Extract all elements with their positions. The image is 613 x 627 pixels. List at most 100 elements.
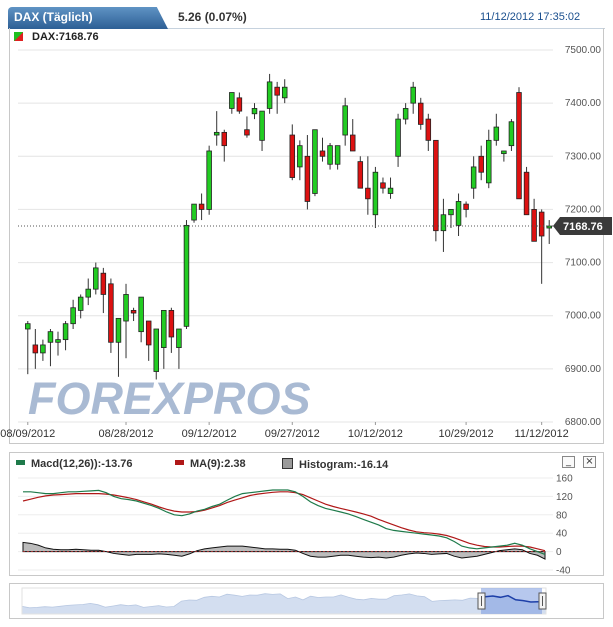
candle-down xyxy=(425,118,432,141)
candle-up xyxy=(93,267,99,290)
candle-down xyxy=(304,155,311,202)
price-x-tick-label: 10/12/2012 xyxy=(348,428,403,440)
candle-up xyxy=(440,214,447,232)
candle-down xyxy=(145,320,152,346)
candle-up xyxy=(493,126,500,141)
candle-down xyxy=(531,209,537,242)
candle-down xyxy=(463,203,469,210)
legend-ma: MA(9):2.38 xyxy=(175,458,246,470)
candle-down xyxy=(357,161,364,189)
candle-up xyxy=(501,150,507,155)
price-y-tick-label: 6900.00 xyxy=(565,364,602,375)
candle-down xyxy=(32,344,39,354)
price-y-axis: 7500.00 7400.00 7300.00 7200.00 7100.00 7000.… xyxy=(565,45,602,428)
price-grid xyxy=(18,49,553,423)
candle-up xyxy=(123,294,129,322)
candle-up xyxy=(138,296,144,333)
candle-up xyxy=(115,317,122,343)
price-x-tick-label: 11/12/2012 xyxy=(515,428,569,440)
candle-down xyxy=(274,86,280,96)
candle-up xyxy=(206,150,212,210)
candle-down xyxy=(523,171,530,216)
candle-up xyxy=(508,121,515,147)
legend-ma-text: MA(9):2.38 xyxy=(190,458,246,470)
last-price-value: 7168.76 xyxy=(563,221,603,233)
candle-up xyxy=(161,309,167,348)
legend-swatch-ma xyxy=(175,460,184,465)
candle-up xyxy=(70,307,76,325)
price-x-axis: 08/09/2012 08/28/2012 09/12/2012 09/27/2012… xyxy=(0,422,569,440)
candle-up xyxy=(395,118,401,157)
candle-up xyxy=(342,105,348,136)
candle-up xyxy=(176,328,182,349)
candle-up xyxy=(85,288,91,298)
candle-up xyxy=(229,92,235,109)
candle-up xyxy=(40,344,46,354)
legend-macd-text: Macd(12,26)):-13.76 xyxy=(31,458,133,470)
minimize-button[interactable]: _ xyxy=(562,456,575,468)
price-x-tick-label: 09/27/2012 xyxy=(265,428,320,440)
candle-down xyxy=(365,187,371,200)
candle-up xyxy=(153,328,159,372)
candle-down xyxy=(244,129,250,136)
last-price-tag: 7168.76 xyxy=(553,217,612,236)
price-x-tick-label: 08/28/2012 xyxy=(98,428,153,440)
candle-down xyxy=(198,203,205,210)
candles xyxy=(25,73,552,380)
legend-swatch-histogram xyxy=(282,458,293,469)
price-y-tick-label: 7200.00 xyxy=(565,204,602,215)
candle-up xyxy=(77,296,84,311)
legend-histogram: Histogram:-16.14 xyxy=(282,458,388,471)
candle-down xyxy=(433,139,439,232)
candle-up xyxy=(448,209,454,216)
navigator-panel xyxy=(9,583,604,619)
candle-up xyxy=(327,145,333,165)
watermark: FOREXPROS xyxy=(28,373,311,424)
candle-up xyxy=(402,108,409,120)
candle-up xyxy=(191,203,197,221)
candle-down xyxy=(538,211,545,237)
candle-down xyxy=(418,102,424,125)
candle-up xyxy=(25,323,31,330)
candle-up xyxy=(372,171,379,216)
candle-down xyxy=(516,92,522,200)
legend-histogram-text: Histogram:-16.14 xyxy=(299,459,389,471)
candle-up xyxy=(251,108,258,115)
candle-up xyxy=(297,145,303,168)
candle-up xyxy=(62,323,69,341)
candle-down xyxy=(478,155,484,173)
candle-up xyxy=(55,339,61,343)
candle-up xyxy=(47,331,54,343)
candle-down xyxy=(168,309,175,338)
price-y-tick-label: 7100.00 xyxy=(565,258,602,269)
candle-up xyxy=(213,131,220,136)
candle-up xyxy=(312,129,318,194)
candle-up xyxy=(470,166,477,189)
candle-down xyxy=(130,309,137,314)
candle-up xyxy=(259,110,265,141)
candle-down xyxy=(319,150,326,157)
candle-up xyxy=(281,86,288,99)
candle-down xyxy=(349,134,356,152)
candle-up xyxy=(334,145,341,165)
price-y-tick-label: 7500.00 xyxy=(565,45,602,56)
candle-up xyxy=(410,86,416,104)
legend-swatch-macd xyxy=(16,460,25,465)
price-y-tick-label: 7000.00 xyxy=(565,311,602,322)
price-x-tick-label: 08/09/2012 xyxy=(0,428,55,440)
candle-down xyxy=(380,182,386,189)
candle-up xyxy=(183,224,190,327)
candle-up xyxy=(486,139,492,184)
price-x-tick-label: 09/12/2012 xyxy=(182,428,237,440)
price-y-tick-label: 6800.00 xyxy=(565,417,602,428)
legend-macd: Macd(12,26)):-13.76 xyxy=(16,458,133,470)
price-y-tick-label: 7400.00 xyxy=(565,98,602,109)
candle-up xyxy=(455,201,462,226)
candle-up xyxy=(266,81,273,109)
candle-down xyxy=(108,283,114,343)
candle-down xyxy=(289,134,296,178)
candle-down xyxy=(236,97,243,112)
close-button[interactable]: × xyxy=(583,456,596,468)
candle-up xyxy=(387,187,394,194)
candle-down xyxy=(221,131,228,147)
